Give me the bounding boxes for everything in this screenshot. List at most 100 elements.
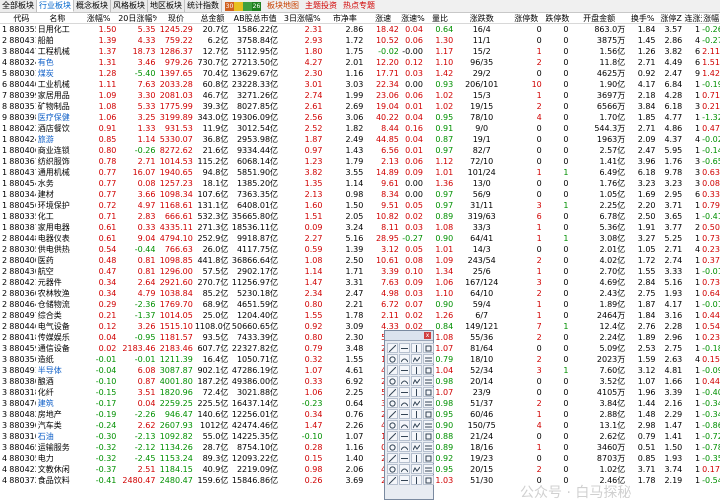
up-arrow-tool-icon[interactable] (411, 376, 422, 386)
lock-tool-icon[interactable] (411, 420, 422, 430)
text-tool-icon[interactable] (399, 376, 410, 386)
flag-tool-icon[interactable] (399, 464, 410, 474)
help-tool-icon[interactable] (399, 475, 410, 485)
arc-tool-icon[interactable] (411, 365, 422, 375)
speed-tool-icon[interactable] (423, 387, 434, 397)
table-row[interactable]: 10880423酒店餐饮0.911.33931.5311.9亿3012.54亿2… (0, 123, 720, 134)
pattern-tool-icon[interactable] (411, 409, 422, 419)
column-header[interactable]: 涨速 (365, 13, 401, 23)
table-row[interactable]: 34880318化纤 -0.15 3.511820.96 72.4亿 3021.88亿 1… (0, 387, 720, 398)
table-row[interactable]: 15880454水务0.770.081257.2318.1亿1385.20亿1.… (0, 178, 720, 189)
bell-tool-icon[interactable] (423, 464, 434, 474)
ray-tool-icon[interactable] (399, 343, 410, 353)
column-header[interactable]: 涨速% (401, 13, 425, 23)
table-row[interactable]: 6880440工业机械 1.11 7.632033.28 60.8亿23228.33亿… (0, 79, 720, 90)
table-row[interactable]: 33880380酿酒 -0.10 0.874001.80 187.2亿49386.00… (0, 376, 720, 387)
channel-tool-icon[interactable] (399, 354, 410, 364)
table-row[interactable]: 38880310石油 -0.30 -2.131092.82 55.0亿14225.35… (0, 431, 720, 442)
column-header[interactable]: 跌停数 (544, 13, 571, 23)
close-icon[interactable]: x (424, 332, 431, 339)
cycle-tool-icon[interactable] (387, 387, 398, 397)
crosshair-tool-icon[interactable] (423, 453, 434, 463)
table-row[interactable]: 37880390汽车类 -0.24 2.622607.93 1012亿42474.46… (0, 420, 720, 431)
drawing-tools-palette[interactable]: x (384, 330, 434, 500)
table-row[interactable]: 36880482房地产 -0.19 -2.26 946.47 140.6亿12256.0… (0, 409, 720, 420)
column-header[interactable]: 现价 (157, 13, 194, 23)
vline-tool-icon[interactable] (387, 354, 398, 364)
column-header[interactable]: 名称 (36, 13, 80, 23)
tab-2[interactable]: 概念板块 (74, 0, 111, 12)
table-row[interactable]: 5880301煤炭 1.28 -5.401397.65 70.4亿13629.67亿 2… (0, 68, 720, 79)
measure-tool-icon[interactable] (387, 464, 398, 474)
table-row[interactable]: 30880459通信设备 0.02 2183.462183.46 607.7亿2232… (0, 343, 720, 354)
down-arrow-tool-icon[interactable] (423, 376, 434, 386)
pin-tool-icon[interactable] (387, 453, 398, 463)
undo-tool-icon[interactable] (387, 442, 398, 452)
price-tool-icon[interactable] (387, 398, 398, 408)
table-row[interactable]: 4880324有色 1.31 3.46 979.26 730.7亿27213.50亿 4.… (0, 57, 720, 68)
bars-tool-icon[interactable] (399, 409, 410, 419)
period-tool-icon[interactable] (411, 398, 422, 408)
column-header[interactable]: 20日涨幅% (118, 13, 157, 23)
triangle-tool-icon[interactable] (423, 398, 434, 408)
tab-0[interactable]: 全部板块 (0, 0, 37, 12)
table-row[interactable]: 39880465运输服务 -0.32 -2.121134.26 28.7亿 8754.1… (0, 442, 720, 453)
arrow-tool-icon[interactable] (423, 354, 434, 364)
tab-1[interactable]: 行业板块 (37, 0, 74, 12)
table-row[interactable]: 8880351矿物制品 1.08 5.331775.99 39.3亿 8027.85亿 2… (0, 101, 720, 112)
column-header[interactable] (0, 13, 7, 23)
note-tool-icon[interactable] (411, 464, 422, 474)
column-header[interactable]: 量比 (425, 13, 455, 23)
table-row[interactable]: 29880418传媒娱乐 0.04 -0.951181.57 93.5亿 7433.39… (0, 332, 720, 343)
column-header[interactable]: 总金额 (195, 13, 231, 23)
zoom-tool-icon[interactable] (411, 453, 422, 463)
column-header[interactable]: 市净率 (324, 13, 365, 23)
segment-tool-icon[interactable] (411, 343, 422, 353)
table-row[interactable]: 31880350造纸-0.01-0.011211.3916.4亿1050.71亿… (0, 354, 720, 365)
table-row[interactable]: 7880399家居用品 1.09 3.302081.03 46.7亿 3271.26亿 2… (0, 90, 720, 101)
table-row[interactable]: 11880424旅游 0.85 1.145330.07 36.8亿 2953.98亿 1.… (0, 134, 720, 145)
rect-tool-icon[interactable] (387, 365, 398, 375)
settings-tool-icon[interactable] (423, 442, 434, 452)
table-row[interactable]: 22880400医药 0.48 0.811098.85 441.8亿36866.64亿… (0, 255, 720, 266)
more-tool-icon[interactable] (423, 431, 434, 441)
color-tool-icon[interactable] (399, 431, 410, 441)
table-row[interactable]: 28880446电气设备 0.12 3.261515.101108.0亿50660.… (0, 321, 720, 332)
column-header[interactable]: AB股总市值 (230, 13, 280, 23)
column-header[interactable]: 开盘金额 (571, 13, 628, 23)
table-row[interactable]: 2880431船舶 1.39 4.33 759.22 6.2亿 3758.84亿 2.93 1… (0, 35, 720, 46)
table-row[interactable]: 27880497综合类 0.21 -1.371014.05 25.0亿 1204.40亿… (0, 310, 720, 321)
style-tool-icon[interactable] (411, 431, 422, 441)
table-row[interactable]: 40880305电力 -0.32 -2.451153.24 89.3亿12093.22… (0, 453, 720, 464)
tab-4[interactable]: 地区板块 (148, 0, 185, 12)
parallel-tool-icon[interactable] (411, 354, 422, 364)
table-row[interactable]: 3880447工程机械 1.37 18.731286.37 12.7亿 5112.95亿… (0, 46, 720, 57)
table-row[interactable]: 18880335化工 0.71 2.83 666.61 532.3亿35665.80亿 1… (0, 211, 720, 222)
column-header[interactable]: 代码 (7, 13, 35, 23)
palette-titlebar[interactable]: x (385, 331, 433, 341)
save-tool-icon[interactable] (411, 442, 422, 452)
circle-tool-icon[interactable] (399, 365, 410, 375)
link-2[interactable]: 热点专题 (340, 0, 378, 12)
marker-tool-icon[interactable] (423, 409, 434, 419)
line-tool-icon[interactable] (387, 343, 398, 353)
table-row[interactable]: 13880367纺织服饰 0.78 2.711014.53 115.2亿 6068.14… (0, 156, 720, 167)
angle-tool-icon[interactable] (411, 387, 422, 397)
table-row[interactable]: 23880430航空 0.47 0.811296.00 57.5亿 2902.17亿 1.… (0, 266, 720, 277)
table-row[interactable]: 9880398医疗保健 1.06 3.253199.89 343.0亿19306.09… (0, 112, 720, 123)
table-row[interactable]: 24880421元器件 0.34 2.642921.60 270.7亿11256.97… (0, 277, 720, 288)
link-1[interactable]: 主题投资 (302, 0, 340, 12)
wave-tool-icon[interactable] (399, 387, 410, 397)
column-header[interactable]: 3日涨幅% (280, 13, 324, 23)
hide-tool-icon[interactable] (399, 420, 410, 430)
copy-tool-icon[interactable] (387, 431, 398, 441)
table-row[interactable]: 26880464仓储物流 0.29 -2.361769.70 68.9亿 4651.59… (0, 299, 720, 310)
redo-tool-icon[interactable] (399, 442, 410, 452)
table-row[interactable]: 41880422文教休闲 -0.37 2.511184.15 40.9亿 2219.09… (0, 464, 720, 475)
table-row[interactable]: 25880360农林牧渔 0.34 4.791038.84 85.2亿 5230.18亿… (0, 288, 720, 299)
column-header[interactable]: 涨停数 (508, 13, 544, 23)
tab-5[interactable]: 统计指数 (185, 0, 222, 12)
gann-tool-icon[interactable] (387, 376, 398, 386)
column-header[interactable]: 连涨天 (684, 13, 702, 23)
column-header[interactable]: 涨幅 (702, 13, 720, 23)
